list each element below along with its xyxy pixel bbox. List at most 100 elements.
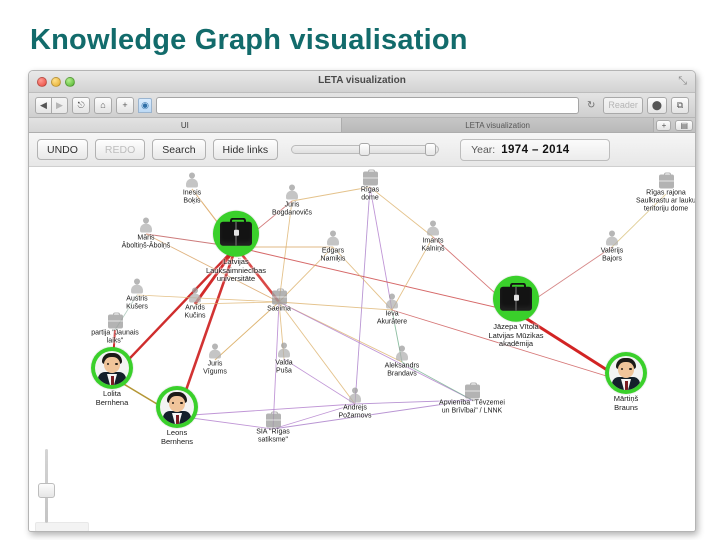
graph-node[interactable]: Māris Āboltiņš-Ābolņš [103,217,189,251]
graph-node-label: Mārtiņš Brauns [613,394,639,412]
favicon-icon: ◉ [138,97,152,113]
reload-icon[interactable]: ↻ [583,100,599,111]
graph-node-label: Austris Kušers [126,295,148,311]
new-tab-icon[interactable]: + [116,96,134,114]
graph-node[interactable]: Ieva Akurātere [349,293,435,327]
graph-node[interactable]: Imants Kalniņš [390,220,476,254]
person-icon [285,184,300,201]
graph-node-label: partija "Jaunais laiks" [91,329,139,345]
person-icon [348,387,363,404]
graph-node-label: Edgars Namiķis [320,247,346,263]
person-avatar-icon [156,386,198,428]
organisation-icon [271,288,287,305]
undo-button[interactable]: UNDO [37,139,88,160]
app-toolbar: UNDO REDO Search Hide links Year: 1974 –… [29,133,695,167]
graph-node[interactable]: Arvīds Kučins [152,287,238,321]
year-display: Year: 1974 – 2014 [460,138,611,161]
graph-node-label: Leons Bernhens [160,428,194,446]
tab-overview-icon[interactable]: ▤ [675,120,693,131]
graph-node[interactable]: Inesis Boķis [149,172,235,206]
year-label: Year: [471,143,496,156]
graph-node-label: Ieva Akurātere [376,310,408,326]
slider-handle-start[interactable] [359,143,371,156]
new-tab-button[interactable]: + [656,120,672,131]
graph-node[interactable]: Mārtiņš Brauns [583,352,669,412]
person-icon [208,343,223,360]
downloads-button[interactable]: ⬤ [646,96,667,114]
graph-node-label: Imants Kalniņš [421,237,445,253]
graph-node-label: Saeima [267,305,291,313]
page-title: Knowledge Graph visualisation [30,24,468,56]
graph-node[interactable]: Leons Bernhens [134,386,220,446]
person-icon [130,278,145,295]
graph-node-label: Inesis Boķis [182,189,202,205]
graph-node-label: Aleksandrs Brandavs [384,362,420,378]
year-range-slider[interactable] [291,143,440,156]
graph-node[interactable]: Rīgas dome [327,169,413,203]
organisation-icon [658,172,674,189]
organisation-icon [265,411,281,428]
graph-node-label: Arvīds Kučins [184,304,206,320]
reader-button[interactable]: Reader [603,96,643,114]
person-icon [185,172,200,189]
graph-node-label: Apvienība "Tēvzemei un Brīvībai" / LNNK [439,399,505,415]
person-icon [139,217,154,234]
graph-canvas[interactable]: Inesis Boķis Juris Bogdanovičs Rīgas dome R… [29,167,695,531]
graph-node[interactable]: partija "Jaunais laiks" [72,312,158,346]
home-icon[interactable]: ⌂ [94,96,112,114]
graph-node-label: Andrejs Požarnovs [338,404,372,420]
graph-node[interactable]: Saeima [236,288,322,314]
zoom-slider-knob[interactable] [38,483,55,498]
person-icon [605,230,620,247]
window-titlebar: LETA visualization ⤡ [29,71,695,93]
organisation-icon [464,382,480,399]
graph-node-label: Lolita Bernhena [95,389,129,407]
graph-node-label: Jāzepa Vītola Latvijas Mūzikas akadēmija [488,321,544,348]
graph-node-label: Juris Vīgums [203,360,227,376]
person-avatar-icon [605,352,647,394]
organisation-briefcase-icon [493,275,539,322]
graph-node[interactable]: Jāzepa Vītola Latvijas Mūzikas akadēmija [473,275,559,349]
graph-node-label: Latvijas Lauksaimniecības universitāte [205,256,267,283]
share-icon[interactable]: ⎋ [72,96,90,114]
bookmarks-button[interactable]: ⧉ [671,96,689,114]
graph-node[interactable]: Andrejs Požarnovs [312,387,398,421]
graph-node[interactable]: Apvienība "Tēvzemei un Brīvībai" / LNNK [429,382,515,416]
year-value: 1974 – 2014 [501,143,570,156]
hide-links-button[interactable]: Hide links [212,139,279,160]
nav-button-group: ◀ ▶ [35,96,68,114]
window-title: LETA visualization [318,75,406,86]
graph-node-label: Valērijs Bajors [600,247,624,263]
organisation-icon [362,169,378,186]
tab-leta-visualization[interactable]: LETA visualization [341,118,655,132]
person-icon [277,342,292,359]
organisation-icon [107,312,123,329]
person-icon [326,230,341,247]
redo-button[interactable]: REDO [94,139,146,160]
graph-node-label: Valda Puša [275,359,293,375]
back-icon[interactable]: ◀ [35,96,52,114]
address-input[interactable] [156,96,579,114]
fullscreen-icon[interactable]: ⤡ [678,76,687,87]
browser-window: LETA visualization ⤡ ◀ ▶ ⎋ ⌂ + ◉ ↻ Reade… [28,70,696,532]
graph-node-label: Rīgas rajona Saulkrastu ar lauku teritor… [636,189,695,213]
zoom-slider[interactable] [38,449,55,523]
organisation-briefcase-icon [213,210,259,257]
status-strip [35,522,89,531]
forward-icon[interactable]: ▶ [51,96,68,114]
graph-node[interactable]: Latvijas Lauksaimniecības universitāte [193,210,279,284]
graph-node[interactable]: Valda Puša [241,342,327,376]
graph-node[interactable]: Edgars Namiķis [290,230,376,264]
search-button[interactable]: Search [152,139,206,160]
graph-node[interactable]: Rīgas rajona Saulkrastu ar lauku teritor… [623,172,695,214]
graph-node[interactable]: Valērijs Bajors [569,230,655,264]
person-icon [395,345,410,362]
slider-handle-end[interactable] [425,143,437,156]
graph-node-label: Rīgas dome [360,186,380,202]
person-icon [188,287,203,304]
graph-node[interactable]: SIA "Rīgas satiksme" [230,411,316,445]
graph-node-label: SIA "Rīgas satiksme" [256,428,290,444]
graph-node[interactable]: Aleksandrs Brandavs [359,345,445,379]
person-avatar-icon [91,347,133,389]
tab-ui[interactable]: UI [29,118,342,132]
